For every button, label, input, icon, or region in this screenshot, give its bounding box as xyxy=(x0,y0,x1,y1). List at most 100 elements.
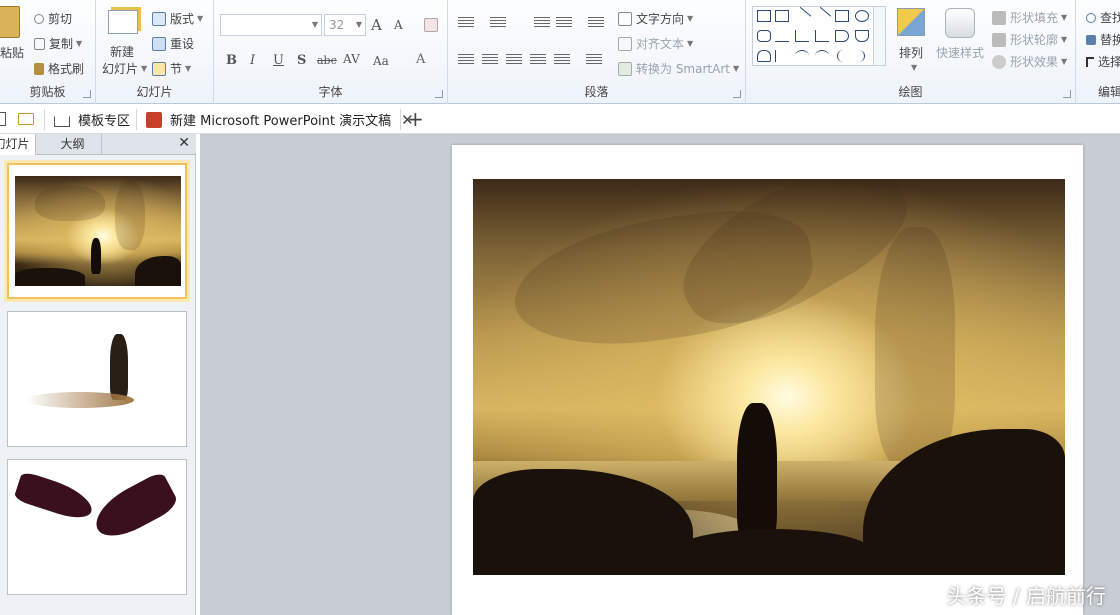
align-center-icon[interactable] xyxy=(482,54,498,66)
reset-button[interactable]: 重设 xyxy=(152,35,194,52)
slide-thumbnail-3[interactable] xyxy=(7,459,187,595)
line-shape-icon[interactable] xyxy=(792,6,812,26)
strikethrough-button[interactable]: abc xyxy=(317,54,337,67)
tab-presentation[interactable]: 新建 Microsoft PowerPoint 演示文稿 ✕ xyxy=(146,105,414,134)
down-arrow-shape-icon[interactable] xyxy=(855,30,869,42)
page-icon[interactable] xyxy=(0,112,6,126)
elbow-arrow-shape-icon[interactable] xyxy=(815,30,829,42)
document-tab-strip: 模板专区 新建 Microsoft PowerPoint 演示文稿 ✕ + xyxy=(0,105,1120,134)
increase-indent-icon[interactable] xyxy=(556,17,572,29)
dialog-launcher-icon[interactable] xyxy=(83,90,91,98)
folder-icon[interactable] xyxy=(18,113,34,125)
arrange-dropdown-icon[interactable]: ▼ xyxy=(911,63,917,72)
character-spacing-button[interactable]: AV xyxy=(343,52,360,66)
arc-shape-icon[interactable] xyxy=(795,50,809,62)
curve-shape-icon[interactable] xyxy=(815,50,829,62)
left-brace-shape-icon[interactable] xyxy=(837,50,845,62)
align-left-icon[interactable] xyxy=(458,54,474,66)
editing-group: 查找 替换 选择 编辑 xyxy=(1076,0,1120,104)
bold-button[interactable]: B xyxy=(226,53,237,68)
replace-icon xyxy=(1086,34,1096,45)
replace-button[interactable]: 替换 xyxy=(1086,31,1120,48)
freeform-shape-icon[interactable] xyxy=(757,50,771,62)
numbering-icon[interactable] xyxy=(490,17,506,29)
change-case-button[interactable]: Aa xyxy=(373,54,389,68)
triangle-shape-icon[interactable] xyxy=(775,30,789,42)
select-button[interactable]: 选择 xyxy=(1086,53,1120,70)
new-slide-button[interactable]: 新建 xyxy=(110,43,134,60)
slides-label: 幻灯片 xyxy=(136,85,173,99)
tab-divider xyxy=(400,109,401,130)
italic-button[interactable]: I xyxy=(250,53,255,68)
font-label: 字体 xyxy=(318,85,343,99)
convert-smartart-button[interactable]: 转换为 SmartArt ▼ xyxy=(618,60,739,77)
shape-outline-button[interactable]: 形状轮廓 ▼ xyxy=(992,31,1067,48)
font-size-select[interactable]: 32 ▼ xyxy=(324,14,366,36)
grow-font-button[interactable]: A xyxy=(371,16,382,34)
bullets-icon[interactable] xyxy=(458,17,474,29)
sunset-couple-photo[interactable] xyxy=(473,179,1065,575)
textbox-shape-icon[interactable] xyxy=(757,10,771,22)
dialog-launcher-icon[interactable] xyxy=(1063,90,1071,98)
shapes-gallery[interactable] xyxy=(752,6,886,66)
slide-thumbnail-1[interactable] xyxy=(4,160,190,302)
layout-button[interactable]: 版式 ▼ xyxy=(152,10,203,27)
copy-button[interactable]: 复制 ▼ xyxy=(34,35,82,52)
paste-icon[interactable] xyxy=(0,6,20,38)
right-arrow-shape-icon[interactable] xyxy=(835,30,849,42)
font-name-select[interactable]: ▼ xyxy=(220,14,322,36)
dialog-launcher-icon[interactable] xyxy=(733,90,741,98)
clear-formatting-icon[interactable] xyxy=(424,18,438,32)
quick-styles-icon[interactable] xyxy=(945,8,975,38)
arrange-icon[interactable] xyxy=(897,8,925,36)
right-brace-shape-icon[interactable] xyxy=(857,50,865,62)
tab-slides[interactable]: 幻灯片 xyxy=(0,134,36,155)
tab-outline[interactable]: 大纲 xyxy=(44,134,102,155)
tab-template-zone[interactable]: 模板专区 xyxy=(54,105,130,134)
text-direction-icon xyxy=(618,11,632,26)
sunset-photo-thumbnail xyxy=(15,176,181,286)
paint-bucket-icon xyxy=(992,10,1006,25)
drawing-label: 绘图 xyxy=(898,85,923,99)
elbow-connector-shape-icon[interactable] xyxy=(795,30,809,42)
columns-icon[interactable] xyxy=(586,54,602,66)
section-button[interactable]: 节 ▼ xyxy=(152,60,191,77)
align-right-icon[interactable] xyxy=(506,54,522,66)
rounded-rectangle-shape-icon[interactable] xyxy=(757,30,771,42)
gallery-scroll-icon[interactable] xyxy=(873,7,885,65)
align-text-button[interactable]: 对齐文本 ▼ xyxy=(618,35,693,52)
current-slide[interactable] xyxy=(452,145,1083,615)
text-shadow-button[interactable]: S xyxy=(297,53,306,68)
paste-button[interactable]: 粘贴 xyxy=(0,44,24,61)
decrease-indent-icon[interactable] xyxy=(534,17,550,29)
vertical-textbox-shape-icon[interactable] xyxy=(775,10,789,22)
shrink-font-button[interactable]: A xyxy=(394,18,403,32)
dialog-launcher-icon[interactable] xyxy=(435,90,443,98)
shape-effects-button[interactable]: 形状效果 ▼ xyxy=(992,53,1067,70)
cut-button[interactable]: 剪切 xyxy=(34,10,72,27)
format-painter-button[interactable]: 格式刷 xyxy=(34,60,84,77)
slide-thumbnail-2[interactable] xyxy=(7,311,187,447)
find-button[interactable]: 查找 xyxy=(1086,9,1120,26)
paintbrush-icon xyxy=(34,62,44,75)
distributed-icon[interactable] xyxy=(554,54,570,66)
lightning-shape-icon[interactable] xyxy=(775,50,789,62)
arrow-line-shape-icon[interactable] xyxy=(812,6,832,26)
text-direction-button[interactable]: 文字方向 ▼ xyxy=(618,10,693,27)
new-slide-icon[interactable] xyxy=(108,10,138,34)
line-spacing-icon[interactable] xyxy=(588,17,604,29)
close-pane-icon[interactable]: ✕ xyxy=(178,135,190,151)
magnifier-icon xyxy=(1086,12,1096,23)
arrange-button[interactable]: 排列 xyxy=(899,44,923,61)
cursor-icon xyxy=(1086,56,1094,67)
rectangle-shape-icon[interactable] xyxy=(835,10,849,22)
shape-fill-button[interactable]: 形状填充 ▼ xyxy=(992,9,1067,26)
justify-icon[interactable] xyxy=(530,54,546,66)
underline-button[interactable]: U xyxy=(273,53,284,68)
quick-styles-button[interactable]: 快速样式 xyxy=(936,44,984,61)
new-tab-icon[interactable]: + xyxy=(407,107,424,131)
new-slide-dropdown[interactable]: 幻灯片 ▼ xyxy=(102,60,147,77)
font-color-button[interactable]: A xyxy=(416,52,425,67)
editing-label: 编辑 xyxy=(1098,85,1120,99)
oval-shape-icon[interactable] xyxy=(855,10,869,22)
